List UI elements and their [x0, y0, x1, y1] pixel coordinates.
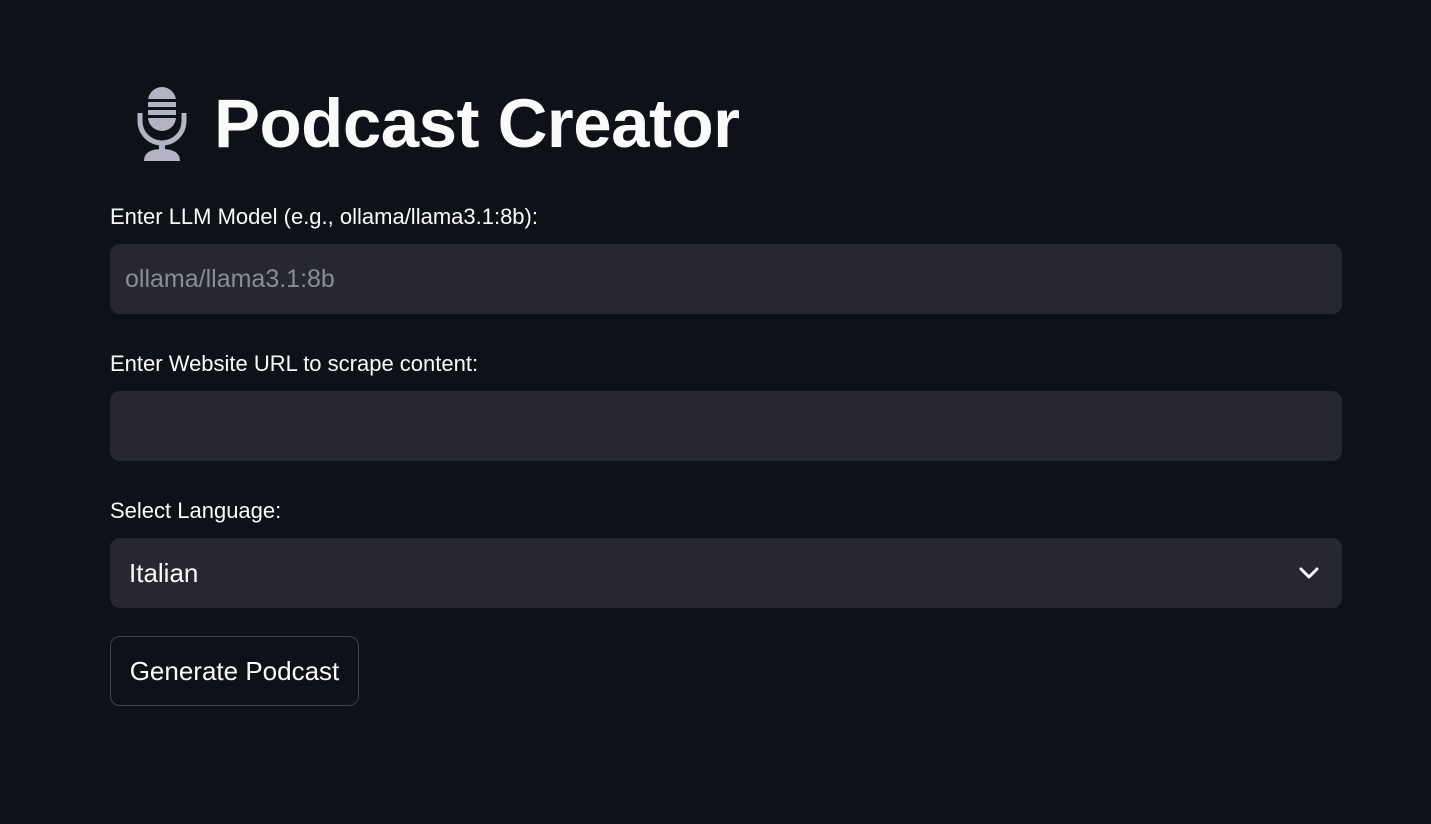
language-select[interactable]: Italian	[110, 538, 1342, 608]
language-label: Select Language:	[110, 498, 282, 523]
url-input[interactable]	[110, 391, 1342, 461]
model-field[interactable]	[110, 244, 1342, 314]
generate-podcast-button[interactable]: Generate Podcast	[110, 636, 359, 706]
page-header: Podcast Creator	[110, 78, 740, 168]
language-selected-value: Italian	[129, 557, 199, 588]
app-root: Podcast Creator Enter LLM Model (e.g., o…	[0, 0, 1431, 824]
page-title: Podcast Creator	[214, 84, 740, 162]
model-label: Enter LLM Model (e.g., ollama/llama3.1:8…	[110, 204, 538, 229]
model-input[interactable]	[110, 244, 1342, 314]
chevron-down-icon[interactable]	[1298, 562, 1320, 584]
url-label: Enter Website URL to scrape content:	[110, 351, 479, 376]
microphone-icon	[110, 78, 214, 168]
url-field[interactable]	[110, 391, 1342, 461]
